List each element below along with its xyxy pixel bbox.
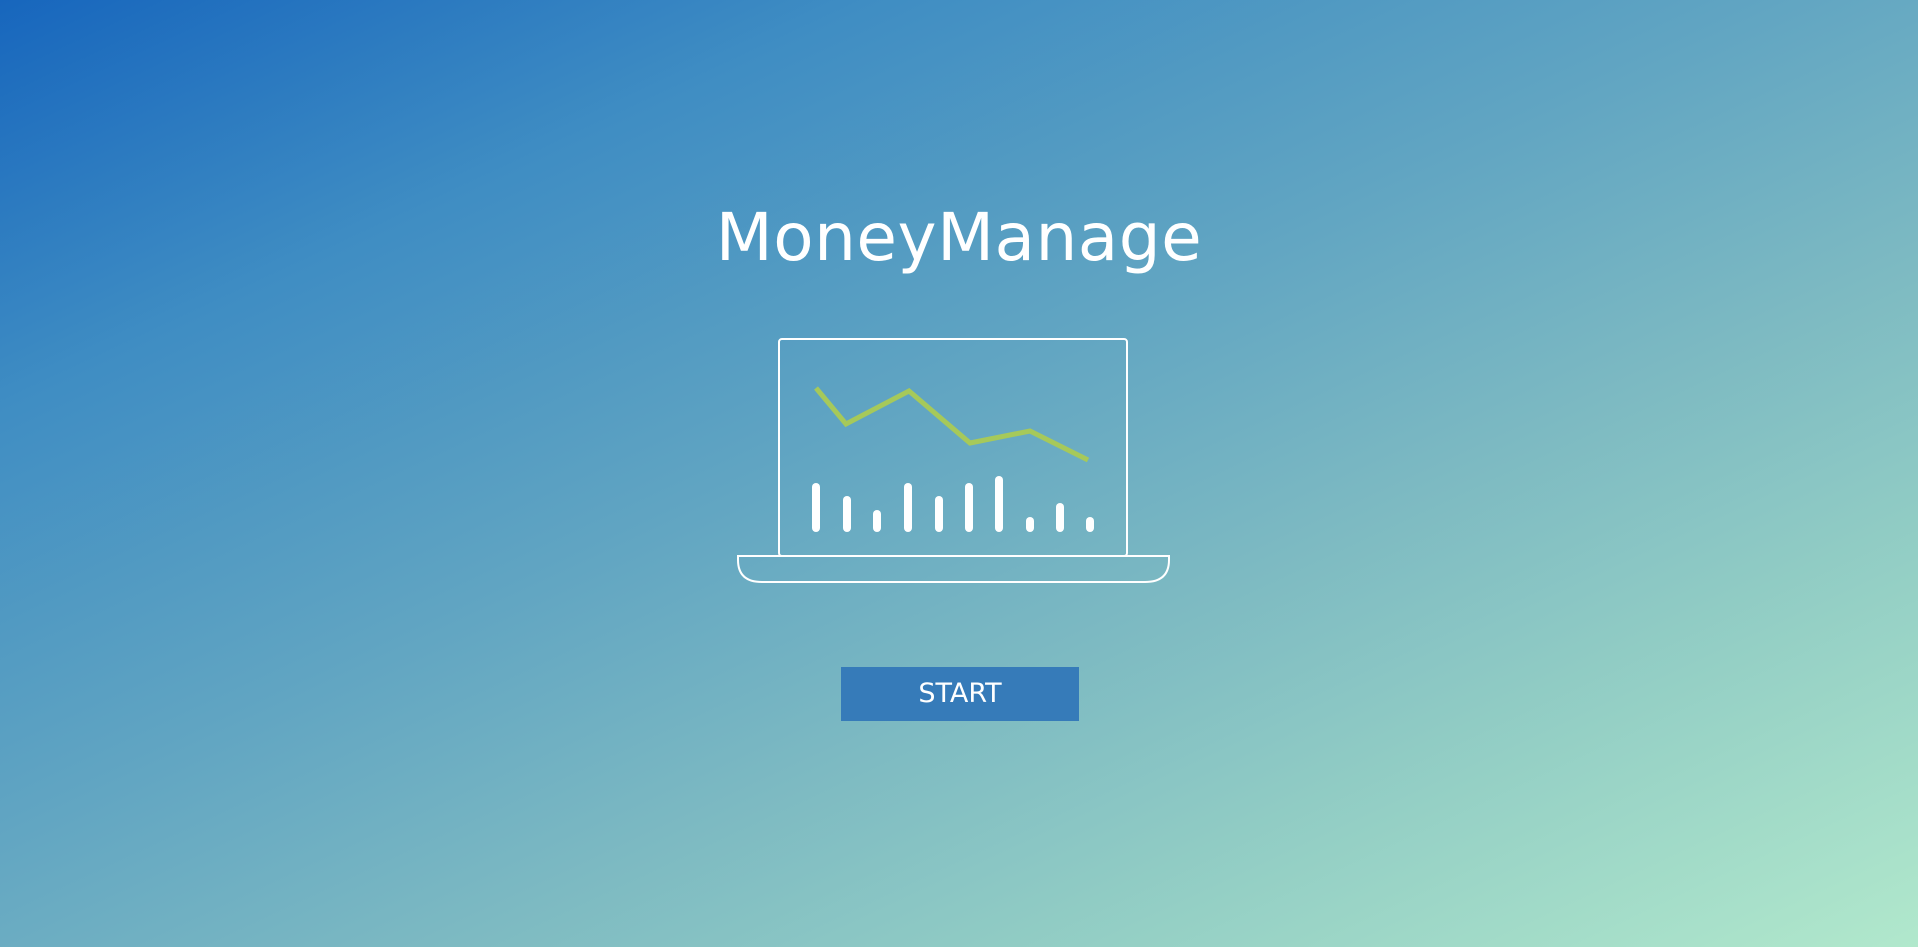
laptop-chart-icon bbox=[737, 338, 1170, 583]
laptop-base bbox=[737, 555, 1170, 583]
bar-group bbox=[812, 476, 1094, 532]
trend-line bbox=[814, 386, 1090, 463]
laptop-screen bbox=[778, 338, 1128, 557]
start-button[interactable]: START bbox=[841, 667, 1079, 721]
